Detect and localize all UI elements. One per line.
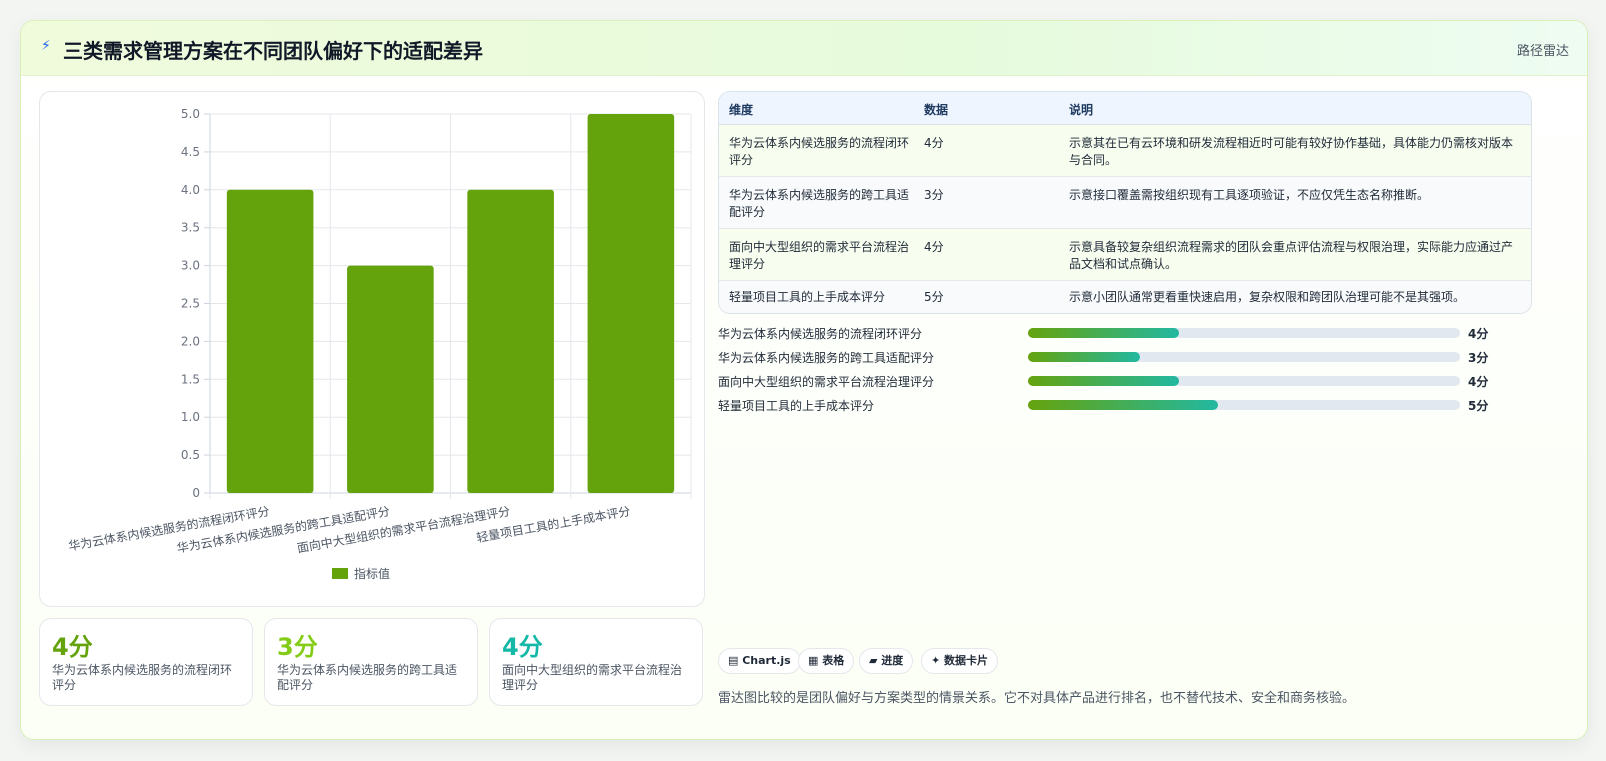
y-tick-label: 4.5 <box>181 145 200 159</box>
y-tick-label: 3.5 <box>181 221 200 235</box>
stat-card-2: 3分 华为云体系内候选服务的跨工具适配评分 <box>264 618 478 706</box>
table-row: 轻量项目工具的上手成本评分 5分 示意小团队通常更看重快速启用，复杂权限和跨团队… <box>719 281 1531 313</box>
y-tick-label: 1.5 <box>181 372 200 386</box>
bar <box>226 189 314 494</box>
bar <box>467 189 554 494</box>
y-tick-label: 2.5 <box>181 297 200 311</box>
table-cell-dimension: 面向中大型组织的需求平台流程治理评分 <box>729 240 910 271</box>
y-tick-label: 5.0 <box>181 107 200 121</box>
stat-label: 面向中大型组织的需求平台流程治理评分 <box>502 663 683 692</box>
table-row: 华为云体系内候选服务的跨工具适配评分 3分 示意接口覆盖需按组织现有工具逐项验证… <box>719 177 1531 229</box>
data-table: 维度 数据 说明 华为云体系内候选服务的流程闭环评分 4分 示意其在已有云环境和… <box>718 91 1532 314</box>
stat-label: 华为云体系内候选服务的跨工具适配评分 <box>277 663 458 692</box>
legend-label: 指标值 <box>354 566 390 581</box>
table-header-description: 说明 <box>1069 103 1094 117</box>
table-cell-description: 示意其在已有云环境和研发流程相近时可能有较好协作基础，具体能力仍需核对版本与合同… <box>1069 136 1514 167</box>
y-tick-label: 4.0 <box>181 183 200 197</box>
y-tick-label: 2.0 <box>181 334 200 348</box>
progress-fill <box>1028 400 1219 410</box>
table-header-data: 数据 <box>924 103 949 117</box>
table-cell-description: 示意小团队通常更看重快速启用，复杂权限和跨团队治理可能不是其强项。 <box>1069 290 1466 304</box>
progress-label: 华为云体系内候选服务的流程闭环评分 <box>718 327 923 341</box>
progress-row: 面向中大型组织的需求平台流程治理评分 4分 <box>718 371 1530 391</box>
progress-row: 华为云体系内候选服务的跨工具适配评分 3分 <box>718 347 1530 367</box>
progress-row: 华为云体系内候选服务的流程闭环评分 4分 <box>718 323 1530 343</box>
table-cell-data: 4分 <box>924 136 944 150</box>
progress-fill <box>1028 352 1141 362</box>
progress-track <box>1028 328 1460 338</box>
progress-label: 华为云体系内候选服务的跨工具适配评分 <box>718 351 935 365</box>
progress-track <box>1028 400 1460 410</box>
x-tick-label: 面向中大型组织的需求平台流程治理评分 <box>296 503 511 555</box>
table-cell-description: 示意接口覆盖需按组织现有工具逐项验证，不应仅凭生态名称推断。 <box>1069 188 1430 202</box>
header-tag: 路径雷达 <box>1516 44 1569 59</box>
progress-label: 轻量项目工具的上手成本评分 <box>718 399 875 413</box>
y-tick-label: 0.5 <box>181 448 200 462</box>
main-card: ⚡ 三类需求管理方案在不同团队偏好下的适配差异 路径雷达 0 0.5 1.0 1.5 2… <box>20 20 1588 740</box>
card-header: ⚡ 三类需求管理方案在不同团队偏好下的适配差异 路径雷达 <box>21 21 1587 76</box>
chip-data-card[interactable]: ✦ 数据卡片 <box>921 648 999 674</box>
x-tick-label: 华为云体系内候选服务的跨工具适配评分 <box>176 503 391 555</box>
table-cell-data: 4分 <box>924 240 944 254</box>
legend-swatch <box>332 568 348 579</box>
y-tick-label: 0 <box>192 486 200 500</box>
table-cell-data: 5分 <box>924 290 944 304</box>
progress-value: 5分 <box>1468 399 1489 413</box>
stat-card-1: 4分 华为云体系内候选服务的流程闭环评分 <box>39 618 253 706</box>
progress-track <box>1028 352 1460 362</box>
y-tick-label: 3.0 <box>181 259 200 273</box>
lightning-icon: ⚡ <box>41 38 51 54</box>
progress-row: 轻量项目工具的上手成本评分 5分 <box>718 395 1530 415</box>
progress-fill <box>1028 376 1180 386</box>
table-cell-dimension: 华为云体系内候选服务的流程闭环评分 <box>729 136 910 167</box>
progress-value: 3分 <box>1468 351 1489 365</box>
progress-value: 4分 <box>1468 327 1489 341</box>
progress-value: 4分 <box>1468 375 1489 389</box>
page-title: 三类需求管理方案在不同团队偏好下的适配差异 <box>63 39 483 63</box>
table-cell-dimension: 轻量项目工具的上手成本评分 <box>729 290 886 304</box>
table-cell-dimension: 华为云体系内候选服务的跨工具适配评分 <box>729 188 910 219</box>
stat-label: 华为云体系内候选服务的流程闭环评分 <box>52 663 233 692</box>
x-tick-label: 华为云体系内候选服务的流程闭环评分 <box>67 503 271 553</box>
stat-card-3: 4分 面向中大型组织的需求平台流程治理评分 <box>489 618 703 706</box>
bar-chart-panel: 0 0.5 1.0 1.5 2.0 2.5 3.0 3.5 4.0 4.5 5.0 华为云体系内候选服… <box>39 91 705 607</box>
bar <box>587 114 675 493</box>
table-row: 面向中大型组织的需求平台流程治理评分 4分 示意具备较复杂组织流程需求的团队会重… <box>719 229 1531 281</box>
y-tick-label: 1.0 <box>181 410 200 424</box>
progress-label: 面向中大型组织的需求平台流程治理评分 <box>718 375 935 389</box>
table-header-dimension: 维度 <box>729 103 754 117</box>
progress-track <box>1028 376 1460 386</box>
chip-chartjs[interactable]: ▤ Chart.js <box>718 648 801 674</box>
chip-progress[interactable]: ▰ 进度 <box>859 648 914 674</box>
progress-fill <box>1028 328 1180 338</box>
table-header: 维度 数据 说明 <box>719 92 1531 125</box>
stat-value: 3分 <box>277 633 318 661</box>
chip-table[interactable]: ▦ 表格 <box>798 648 855 674</box>
stat-value: 4分 <box>52 633 93 661</box>
table-row: 华为云体系内候选服务的流程闭环评分 4分 示意其在已有云环境和研发流程相近时可能… <box>719 125 1531 177</box>
table-cell-data: 3分 <box>924 188 944 202</box>
bar <box>347 265 434 493</box>
bar-chart: 0 0.5 1.0 1.5 2.0 2.5 3.0 3.5 4.0 4.5 5.0 华为云体系内候选服… <box>67 107 692 581</box>
table-cell-description: 示意具备较复杂组织流程需求的团队会重点评估流程与权限治理，实际能力应通过产品文档… <box>1069 240 1514 271</box>
footnote: 雷达图比较的是团队偏好与方案类型的情景关系。它不对具体产品进行排名，也不替代技术… <box>718 691 1356 706</box>
stat-value: 4分 <box>502 633 543 661</box>
